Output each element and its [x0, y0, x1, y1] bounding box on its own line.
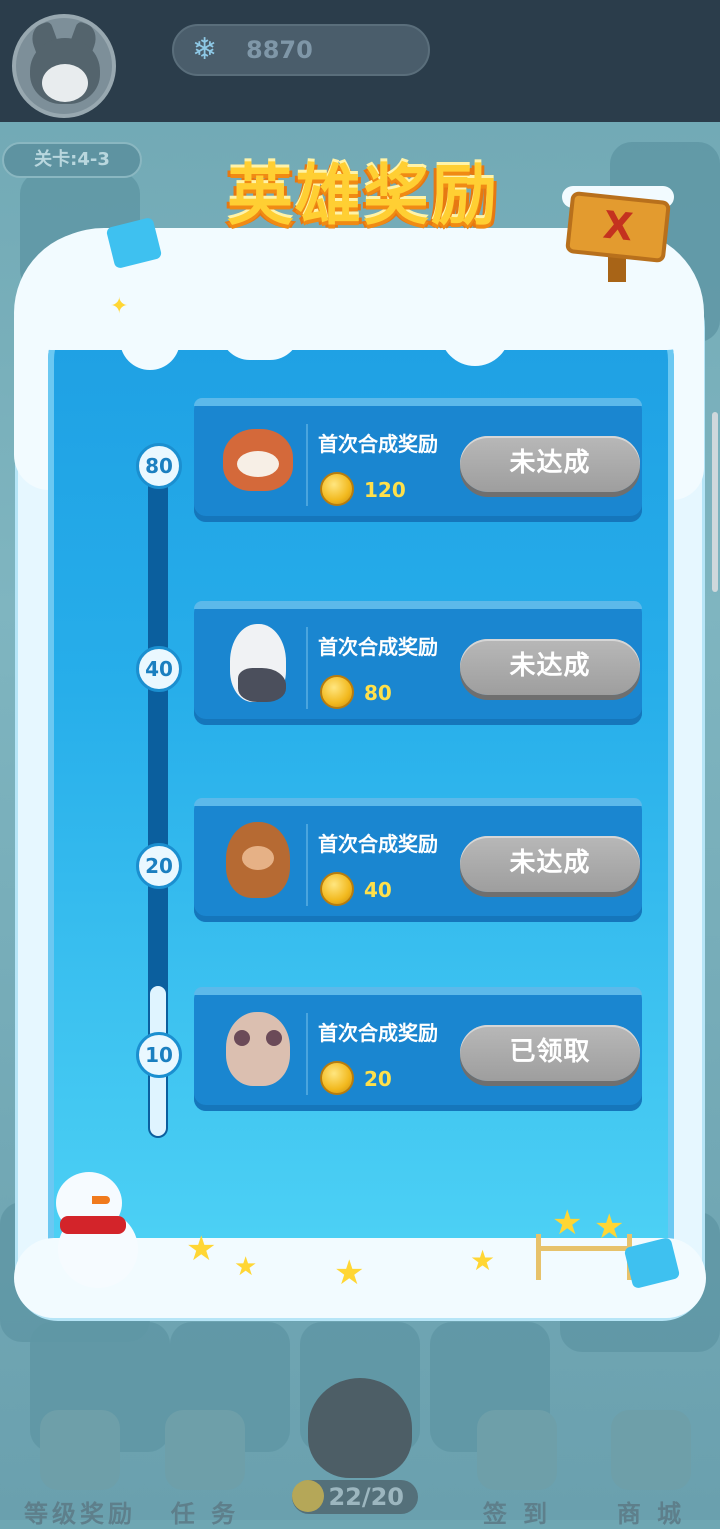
snowman-scarf — [60, 1216, 126, 1234]
sparkle-icon: ✦ — [110, 294, 129, 319]
shop-igloo-icon — [611, 1410, 691, 1490]
reward-amount: 40 — [364, 878, 392, 902]
reward-card: 首次合成奖励 120 未达成 — [194, 398, 642, 522]
reward-caption: 首次合成奖励 — [318, 1021, 438, 1045]
reward-caption: 首次合成奖励 — [318, 432, 438, 456]
card-snowcap — [194, 987, 642, 995]
claim-button[interactable]: 未达成 — [460, 836, 640, 892]
top-bar: ❄ 8870 — [0, 0, 720, 122]
star-icon: ★ — [334, 1253, 365, 1293]
bell-coin-icon — [320, 1061, 354, 1095]
modal-title: 英雄奖励 — [227, 157, 499, 234]
star-icon: ★ — [186, 1229, 217, 1269]
red-panda-icon — [223, 429, 293, 491]
snowman-nose — [92, 1196, 110, 1204]
reward-caption: 首次合成奖励 — [318, 832, 438, 856]
claim-button[interactable]: 未达成 — [460, 639, 640, 695]
close-icon: X — [601, 202, 635, 250]
card-snowcap — [194, 798, 642, 806]
reward-card: 首次合成奖励 80 未达成 — [194, 601, 642, 725]
gift-icon — [40, 1410, 120, 1490]
claimed-button[interactable]: 已领取 — [460, 1025, 640, 1081]
task-scroll-icon — [165, 1410, 245, 1490]
husky-avatar-icon[interactable] — [12, 14, 116, 118]
nav-label: 等级奖励 — [24, 1500, 136, 1528]
currency-value: 8870 — [246, 36, 313, 64]
bell-coin-icon — [320, 472, 354, 506]
card-divider — [306, 424, 308, 506]
nav-checkin[interactable]: 签 到 — [462, 1410, 572, 1529]
scrollbar[interactable] — [712, 412, 718, 592]
reward-card: 首次合成奖励 40 未达成 — [194, 798, 642, 922]
nav-label: 签 到 — [482, 1500, 552, 1528]
reward-caption: 首次合成奖励 — [318, 635, 438, 659]
level-indicator: 关卡:4-3 — [2, 142, 142, 178]
lemur-icon — [226, 1012, 290, 1086]
nav-label: 商 城 — [616, 1500, 686, 1528]
pet-slot — [208, 997, 308, 1101]
beaver-icon — [226, 822, 290, 898]
avatar-muzzle — [42, 64, 88, 102]
milestone-node-20: 20 — [136, 843, 182, 889]
reward-amount: 120 — [364, 478, 406, 502]
star-icon: ★ — [234, 1252, 258, 1282]
reward-amount: 20 — [364, 1067, 392, 1091]
nav-label: 任 务 — [170, 1500, 240, 1528]
nav-tasks[interactable]: 任 务 — [150, 1410, 260, 1529]
card-divider — [306, 627, 308, 709]
reward-card: 首次合成奖励 20 已领取 — [194, 987, 642, 1111]
fence-icon — [536, 1234, 632, 1280]
snowflake-icon: ❄ — [192, 32, 218, 67]
pet-slot — [208, 808, 308, 912]
coin-icon — [292, 1480, 324, 1512]
husky-pet-icon[interactable] — [308, 1378, 412, 1478]
nav-shop[interactable]: 商 城 — [596, 1410, 706, 1529]
card-divider — [306, 1013, 308, 1095]
star-icon: ★ — [470, 1244, 496, 1277]
eagle-icon — [230, 624, 286, 702]
bell-coin-icon — [320, 675, 354, 709]
card-snowcap — [194, 398, 642, 406]
reward-amount: 80 — [364, 681, 392, 705]
close-button[interactable]: X — [565, 190, 671, 264]
nav-level-rewards[interactable]: 等级奖励 — [20, 1410, 140, 1529]
bell-coin-icon — [320, 872, 354, 906]
pet-slot — [208, 611, 308, 715]
pet-slot — [208, 408, 308, 512]
milestone-node-40: 40 — [136, 646, 182, 692]
snowflake-currency[interactable]: ❄ 8870 — [172, 24, 430, 76]
claim-button[interactable]: 未达成 — [460, 436, 640, 492]
milestone-node-10: 10 — [136, 1032, 182, 1078]
card-divider — [306, 824, 308, 906]
milestone-node-80: 80 — [136, 443, 182, 489]
card-snowcap — [194, 601, 642, 609]
calendar-icon — [477, 1410, 557, 1490]
